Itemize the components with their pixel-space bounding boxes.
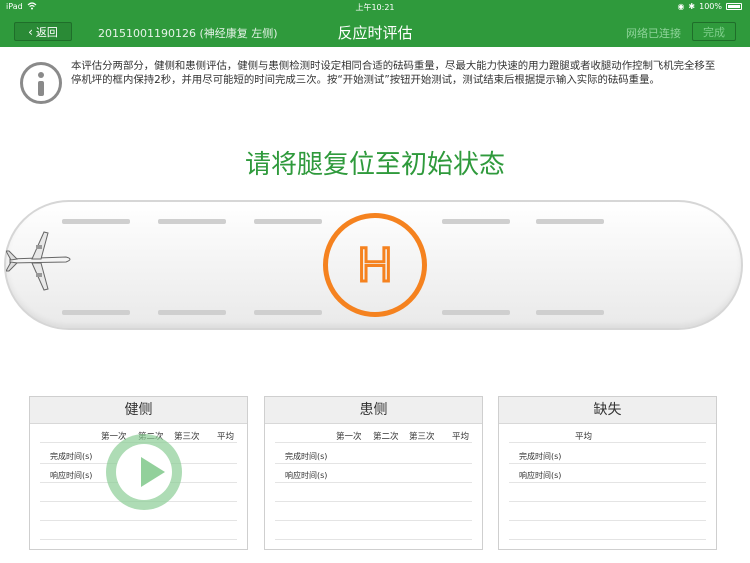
done-button[interactable]: 完成 bbox=[692, 22, 736, 41]
card-title: 健侧 bbox=[30, 397, 247, 424]
card-title: 缺失 bbox=[499, 397, 716, 424]
navigation-bar: ‹ 返回 20151001190126 (神经康复 左侧) 反应时评估 网络已连… bbox=[0, 14, 750, 47]
column-header: 第一次 bbox=[336, 432, 362, 442]
status-right: ◉ ✱ 100% bbox=[677, 2, 742, 11]
battery-icon bbox=[726, 3, 742, 10]
column-header: 平均 bbox=[575, 432, 593, 442]
row-label: 响应时间(s) bbox=[285, 471, 328, 480]
instructions-text: 本评估分两部分，健侧和患侧评估，健侧与患侧检测时设定相同合适的砝码重量，尽最大能… bbox=[71, 60, 716, 86]
reset-prompt: 请将腿复位至初始状态 bbox=[244, 150, 505, 180]
info-icon bbox=[20, 62, 62, 104]
row-label: 完成时间(s) bbox=[519, 452, 562, 461]
column-header: 第三次 bbox=[409, 432, 435, 442]
status-bar: iPad 上午10:21 ◉ ✱ 100% bbox=[0, 0, 750, 14]
bluetooth-icon: ✱ bbox=[688, 2, 696, 11]
heliport-letter: H bbox=[358, 239, 393, 292]
column-header: 第三次 bbox=[174, 432, 200, 442]
card-title: 患侧 bbox=[265, 397, 482, 424]
orientation-lock-icon: ◉ bbox=[677, 2, 685, 11]
airplane-icon bbox=[5, 226, 76, 296]
start-test-button[interactable] bbox=[106, 434, 182, 510]
column-header: 第二次 bbox=[373, 432, 399, 442]
column-header: 平均 bbox=[452, 432, 470, 442]
clock: 上午10:21 bbox=[355, 3, 395, 12]
column-header: 平均 bbox=[217, 432, 235, 442]
affected-side-card: 患侧 第一次 第二次 第三次 平均 完成时间(s) 响应时间(s) bbox=[264, 396, 483, 550]
row-label: 响应时间(s) bbox=[50, 471, 93, 480]
battery-percent: 100% bbox=[699, 2, 722, 11]
deficit-card: 缺失 平均 完成时间(s) 响应时间(s) bbox=[498, 396, 717, 550]
row-label: 完成时间(s) bbox=[50, 452, 93, 461]
row-label: 响应时间(s) bbox=[519, 471, 562, 480]
row-label: 完成时间(s) bbox=[285, 452, 328, 461]
play-icon bbox=[141, 457, 165, 487]
network-status: 网络已连接 bbox=[626, 27, 681, 40]
heliport-target: H bbox=[323, 213, 427, 317]
